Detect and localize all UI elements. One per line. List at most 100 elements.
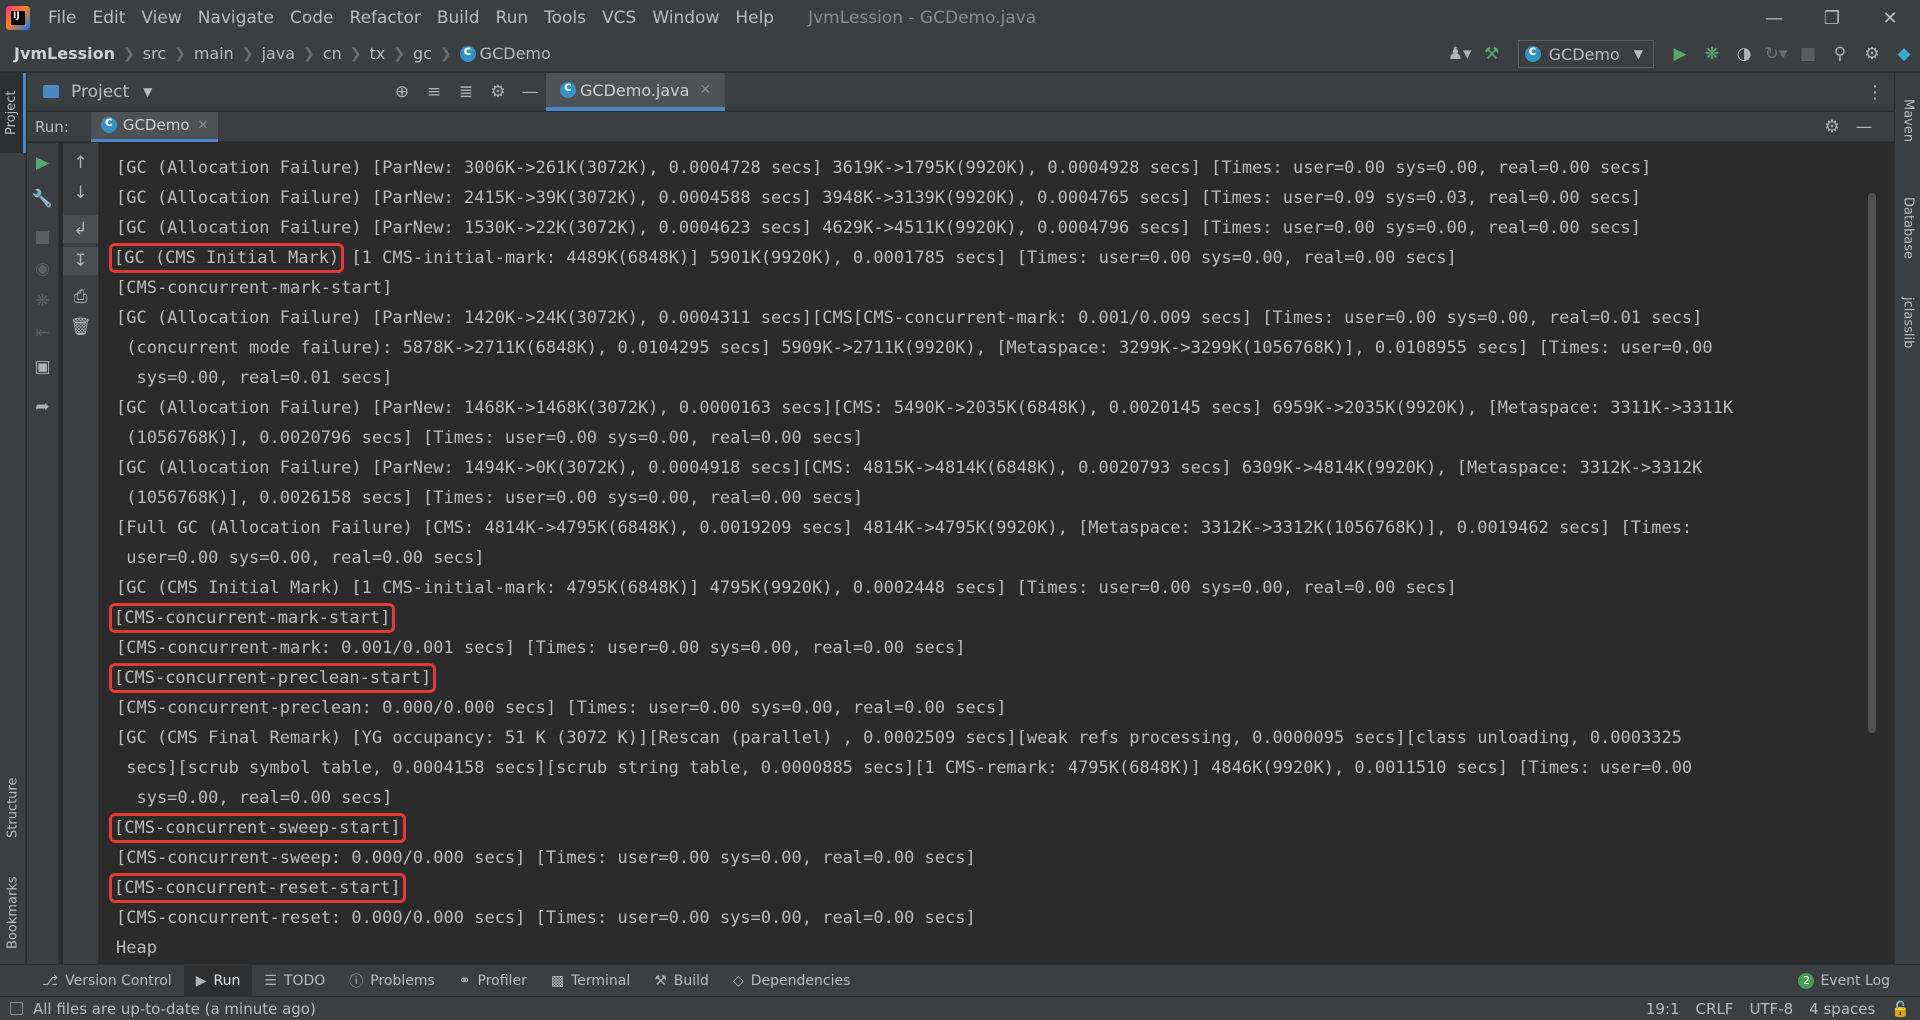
build-hammer-icon[interactable]: ⚒ <box>1476 36 1508 72</box>
expand-all-icon[interactable]: ≡ <box>418 74 450 110</box>
folder-icon <box>43 85 59 98</box>
locate-target-icon[interactable]: ⊕ <box>386 74 418 110</box>
run-tab-gcdemo[interactable]: GCDemo ✕ <box>90 111 219 142</box>
menu-edit[interactable]: Edit <box>84 0 133 36</box>
tool-tab-structure[interactable]: Structure <box>0 753 26 863</box>
gear-icon[interactable]: ⚙ <box>1816 109 1848 145</box>
tool-tab-jclasslib[interactable]: jclasslib <box>1895 273 1920 373</box>
login-icon[interactable]: ⇤ <box>27 319 58 347</box>
menu-code[interactable]: Code <box>282 0 342 36</box>
wrench-icon[interactable]: 🔧 <box>27 185 58 213</box>
camera-icon[interactable]: ◉ <box>27 255 58 283</box>
close-tab-icon[interactable]: ✕ <box>699 82 711 98</box>
breadcrumb-project[interactable]: JvmLession <box>14 44 115 63</box>
console-output[interactable]: [GC (Allocation Failure) [ParNew: 3006K-… <box>100 143 1880 964</box>
java-class-icon <box>560 80 576 98</box>
trash-icon[interactable]: 🗑 <box>63 313 98 341</box>
project-panel-header: Project ▼ ⊕ ≡ ≣ ⚙ — <box>27 73 546 111</box>
breadcrumb-gc[interactable]: gc <box>413 44 432 63</box>
tool-run[interactable]: ▶ Run <box>183 964 253 997</box>
tool-tab-database[interactable]: Database <box>1895 173 1920 283</box>
menu-window[interactable]: Window <box>644 0 727 36</box>
stop-icon[interactable]: ■ <box>1792 36 1824 72</box>
menu-view[interactable]: View <box>133 0 189 36</box>
breadcrumb-main[interactable]: main <box>194 44 234 63</box>
vertical-scrollbar[interactable] <box>1868 193 1876 733</box>
console-line: sys=0.00, real=0.00 secs] <box>116 788 393 808</box>
breadcrumb-gcdemo[interactable]: GCDemo <box>480 44 551 63</box>
more-options-icon[interactable]: ⋮ <box>1866 73 1884 111</box>
gear-icon[interactable]: ⚙ <box>482 74 514 110</box>
print-icon[interactable]: ⎙ <box>63 283 98 311</box>
tool-profiler[interactable]: ⚭ Profiler <box>447 965 539 997</box>
close-tab-icon[interactable]: ✕ <box>198 118 209 133</box>
run-toolbar-secondary: ↑ ↓ ↲ ↧ ⎙ 🗑 <box>63 143 99 964</box>
gear-icon[interactable]: ⚙ <box>1856 36 1888 72</box>
tool-todo[interactable]: ☰ TODO <box>252 965 337 997</box>
breadcrumb-src[interactable]: src <box>143 44 166 63</box>
tool-build[interactable]: ⚒ Build <box>642 965 721 997</box>
hide-panel-icon[interactable]: — <box>514 74 546 110</box>
stop-icon[interactable]: ■ <box>27 223 58 251</box>
java-class-icon <box>459 44 476 62</box>
search-icon[interactable]: ⚲ <box>1824 36 1856 72</box>
run-configuration-label: GCDemo <box>1548 44 1620 64</box>
profiler-icon: ⚭ <box>458 972 471 989</box>
debug-bug-icon[interactable]: ❋ <box>27 287 58 315</box>
menu-vcs[interactable]: VCS <box>594 0 644 36</box>
debug-icon[interactable]: ❋ <box>1696 36 1728 72</box>
file-encoding[interactable]: UTF-8 <box>1749 1000 1793 1018</box>
minimize-icon[interactable]: — <box>1746 0 1802 36</box>
menu-refactor[interactable]: Refactor <box>342 0 429 36</box>
menu-help[interactable]: Help <box>727 0 782 36</box>
menu-build[interactable]: Build <box>429 0 488 36</box>
line-separator[interactable]: CRLF <box>1696 1000 1734 1018</box>
nav-toolbar: ♟▾ ⚒ GCDemo ▼ ▶ ❋ ◑ ↻▾ ■ ⚲ ⚙ ◆ <box>1444 36 1920 72</box>
close-icon[interactable]: ✕ <box>1862 0 1918 36</box>
lock-icon[interactable]: 🔓 <box>1891 1000 1910 1018</box>
profile-icon[interactable]: ↻▾ <box>1760 36 1792 72</box>
tool-tab-bookmarks[interactable]: Bookmarks <box>0 863 26 963</box>
layout-icon[interactable]: ▣ <box>27 353 58 381</box>
console-line: [CMS-concurrent-mark-start] <box>116 278 393 298</box>
panel-toggle-icon[interactable] <box>10 1002 23 1015</box>
tool-problems[interactable]: ⓘ Problems <box>337 965 447 997</box>
restore-icon[interactable]: ❐ <box>1804 0 1860 36</box>
coverage-icon[interactable]: ◑ <box>1728 36 1760 72</box>
project-panel-title[interactable]: Project ▼ <box>43 82 152 102</box>
user-icon[interactable]: ♟▾ <box>1444 36 1476 72</box>
hide-panel-icon[interactable]: — <box>1848 109 1880 145</box>
tool-dependencies[interactable]: ◇ Dependencies <box>721 965 862 997</box>
menu-file[interactable]: File <box>40 0 84 36</box>
chevron-down-icon: ▼ <box>143 84 153 99</box>
rerun-icon[interactable]: ▶ <box>27 149 58 177</box>
chevron-right-icon: ❯ <box>303 45 315 62</box>
pin-icon[interactable]: ➦ <box>27 393 58 421</box>
tool-build-label: Build <box>673 972 709 989</box>
jetbrains-toolbox-icon[interactable]: ◆ <box>1888 36 1920 72</box>
breadcrumb-tx[interactable]: tx <box>370 44 386 63</box>
menu-run[interactable]: Run <box>488 0 537 36</box>
event-log-button[interactable]: 2 Event Log <box>1798 965 1890 997</box>
menu-navigate[interactable]: Navigate <box>190 0 282 36</box>
editor-tab-gcdemo[interactable]: GCDemo.java ✕ <box>546 73 726 111</box>
run-configuration-select[interactable]: GCDemo ▼ <box>1517 40 1654 68</box>
soft-wrap-icon[interactable]: ↲ <box>63 215 98 243</box>
tool-tab-maven[interactable]: Maven <box>1895 81 1920 161</box>
run-icon[interactable]: ▶ <box>1664 36 1696 72</box>
menu-tools[interactable]: Tools <box>536 0 594 36</box>
tool-tab-project[interactable]: Project <box>0 73 26 153</box>
console-line: secs][scrub symbol table, 0.0004158 secs… <box>116 758 1693 778</box>
tool-terminal[interactable]: ▩ Terminal <box>539 965 642 997</box>
tool-version-control[interactable]: ⎇ Version Control <box>30 965 184 997</box>
indent-setting[interactable]: 4 spaces <box>1809 1000 1875 1018</box>
scroll-to-end-icon[interactable]: ↧ <box>63 247 98 275</box>
arrow-down-icon[interactable]: ↓ <box>63 179 98 207</box>
arrow-up-icon[interactable]: ↑ <box>63 149 98 177</box>
breadcrumb-java[interactable]: java <box>262 44 296 63</box>
tool-tab-project-label: Project <box>4 90 19 136</box>
window-title: JvmLession - GCDemo.java <box>808 8 1037 28</box>
breadcrumb-cn[interactable]: cn <box>323 44 342 63</box>
collapse-all-icon[interactable]: ≣ <box>450 74 482 110</box>
caret-position[interactable]: 19:1 <box>1646 1000 1680 1018</box>
